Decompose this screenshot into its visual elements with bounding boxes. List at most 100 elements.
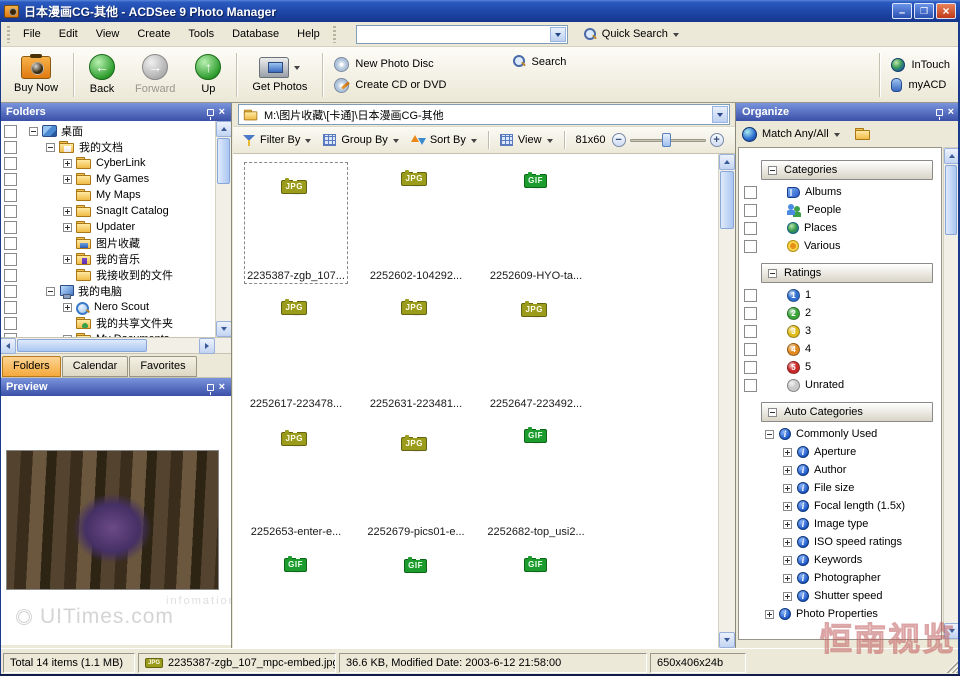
expand-icon[interactable] — [783, 484, 792, 493]
rating-item[interactable]: Unrated — [739, 376, 941, 394]
auto-category-item[interactable]: Image type — [739, 515, 941, 533]
category-item[interactable]: Various — [739, 237, 941, 255]
menu-edit[interactable]: Edit — [50, 24, 87, 44]
buy-now-button[interactable]: Buy Now — [4, 50, 68, 100]
minimize-button[interactable] — [892, 3, 912, 19]
rating-item[interactable]: 22 — [739, 304, 941, 322]
expand-icon[interactable] — [63, 159, 72, 168]
folders-horizontal-scrollbar[interactable] — [0, 338, 231, 354]
category-item[interactable]: People — [739, 201, 941, 219]
forward-button[interactable]: → Forward — [125, 50, 185, 100]
menu-view[interactable]: View — [87, 24, 129, 44]
thumbnail-item[interactable]: JPG2252653-enter-e... — [244, 418, 348, 540]
expand-icon[interactable] — [783, 520, 792, 529]
expand-icon[interactable] — [63, 223, 72, 232]
checkbox[interactable] — [744, 325, 757, 338]
new-category-icon[interactable] — [855, 128, 871, 140]
expand-icon[interactable] — [783, 502, 792, 511]
expand-icon[interactable] — [783, 466, 792, 475]
thumbnail-item[interactable]: GIF — [484, 546, 588, 648]
folder-tree-item[interactable]: 我的音乐 — [0, 251, 215, 267]
auto-category-item[interactable]: Shutter speed — [739, 587, 941, 605]
slider-thumb[interactable] — [662, 133, 671, 147]
checkbox[interactable] — [4, 237, 17, 250]
thumbnail-item[interactable]: JPG2252647-223492... — [484, 290, 588, 412]
auto-category-item[interactable]: ISO speed ratings — [739, 533, 941, 551]
scrollbar-thumb[interactable] — [17, 339, 147, 352]
quick-search-input[interactable] — [356, 25, 568, 44]
folder-tree-item[interactable]: Nero Scout — [0, 299, 215, 315]
folder-tree-item[interactable]: My Games — [0, 171, 215, 187]
checkbox[interactable] — [744, 222, 757, 235]
menu-tools[interactable]: Tools — [179, 24, 223, 44]
thumbnail-item[interactable]: JPG2252602-104292... — [364, 162, 468, 284]
checkbox[interactable] — [4, 189, 17, 202]
thumbnail-item[interactable]: JPG2252631-223481... — [364, 290, 468, 412]
quick-search-button[interactable]: Quick Search — [576, 26, 687, 43]
expand-icon[interactable] — [63, 303, 72, 312]
scroll-left-icon[interactable] — [0, 338, 16, 354]
scrollbar-thumb[interactable] — [945, 165, 957, 235]
chevron-down-icon[interactable] — [712, 106, 728, 123]
checkbox[interactable] — [4, 221, 17, 234]
thumbnail-item[interactable]: GIF — [244, 546, 348, 648]
collapse-icon[interactable] — [765, 430, 774, 439]
match-any-all-button[interactable]: Match Any/All — [762, 128, 829, 140]
pin-icon[interactable] — [936, 109, 943, 116]
close-icon[interactable]: × — [948, 107, 954, 118]
checkbox[interactable] — [744, 307, 757, 320]
category-item[interactable]: Albums — [739, 183, 941, 201]
expand-icon[interactable] — [783, 574, 792, 583]
checkbox[interactable] — [744, 204, 757, 217]
checkbox[interactable] — [4, 125, 17, 138]
folder-tree-item[interactable]: 我的电脑 — [0, 283, 215, 299]
close-button[interactable] — [936, 3, 956, 19]
menu-database[interactable]: Database — [223, 24, 288, 44]
zoom-in-button[interactable]: + — [710, 133, 724, 147]
section-header-categories[interactable]: Categories — [761, 160, 933, 180]
auto-category-item[interactable]: Commonly Used — [739, 425, 941, 443]
pin-icon[interactable] — [207, 384, 214, 391]
checkbox[interactable] — [744, 361, 757, 374]
folder-tree-item[interactable]: 我接收到的文件 — [0, 267, 215, 283]
sort-by-button[interactable]: Sort By — [405, 131, 483, 150]
checkbox[interactable] — [4, 205, 17, 218]
resize-grip[interactable] — [945, 660, 958, 673]
folders-vertical-scrollbar[interactable] — [215, 121, 231, 337]
filter-by-button[interactable]: Filter By — [237, 131, 317, 149]
get-photos-button[interactable]: Get Photos — [242, 50, 317, 100]
rating-item[interactable]: 11 — [739, 286, 941, 304]
folder-tree-item[interactable]: Updater — [0, 219, 215, 235]
scroll-up-icon[interactable] — [719, 154, 735, 170]
folder-tree-item[interactable]: SnagIt Catalog — [0, 203, 215, 219]
rating-item[interactable]: 33 — [739, 322, 941, 340]
view-button[interactable]: View — [494, 131, 559, 149]
thumbnail-item[interactable]: JPG2252617-223478... — [244, 290, 348, 412]
category-item[interactable]: Places — [739, 219, 941, 237]
expand-icon[interactable] — [63, 207, 72, 216]
new-photo-disc-button[interactable]: New Photo Disc — [334, 57, 446, 72]
collapse-icon[interactable] — [29, 127, 38, 136]
group-by-button[interactable]: Group By — [317, 131, 404, 149]
checkbox[interactable] — [4, 301, 17, 314]
maximize-button[interactable] — [914, 3, 934, 19]
rating-item[interactable]: 44 — [739, 340, 941, 358]
up-button[interactable]: ↑ Up — [185, 50, 231, 100]
checkbox[interactable] — [4, 173, 17, 186]
checkbox[interactable] — [4, 157, 17, 170]
folder-tree-item[interactable]: 图片收藏 — [0, 235, 215, 251]
tab-folders[interactable]: Folders — [2, 356, 61, 377]
expand-icon[interactable] — [63, 255, 72, 264]
collapse-icon[interactable] — [768, 269, 777, 278]
auto-category-item[interactable]: Photographer — [739, 569, 941, 587]
expand-icon[interactable] — [783, 448, 792, 457]
expand-icon[interactable] — [783, 592, 792, 601]
auto-category-item[interactable]: Photo Properties — [739, 605, 941, 623]
expand-icon[interactable] — [63, 175, 72, 184]
section-header-ratings[interactable]: Ratings — [761, 263, 933, 283]
collapse-icon[interactable] — [46, 143, 55, 152]
zoom-out-button[interactable]: − — [612, 133, 626, 147]
chevron-down-icon[interactable] — [550, 27, 566, 42]
scroll-down-icon[interactable] — [216, 321, 231, 337]
checkbox[interactable] — [744, 379, 757, 392]
